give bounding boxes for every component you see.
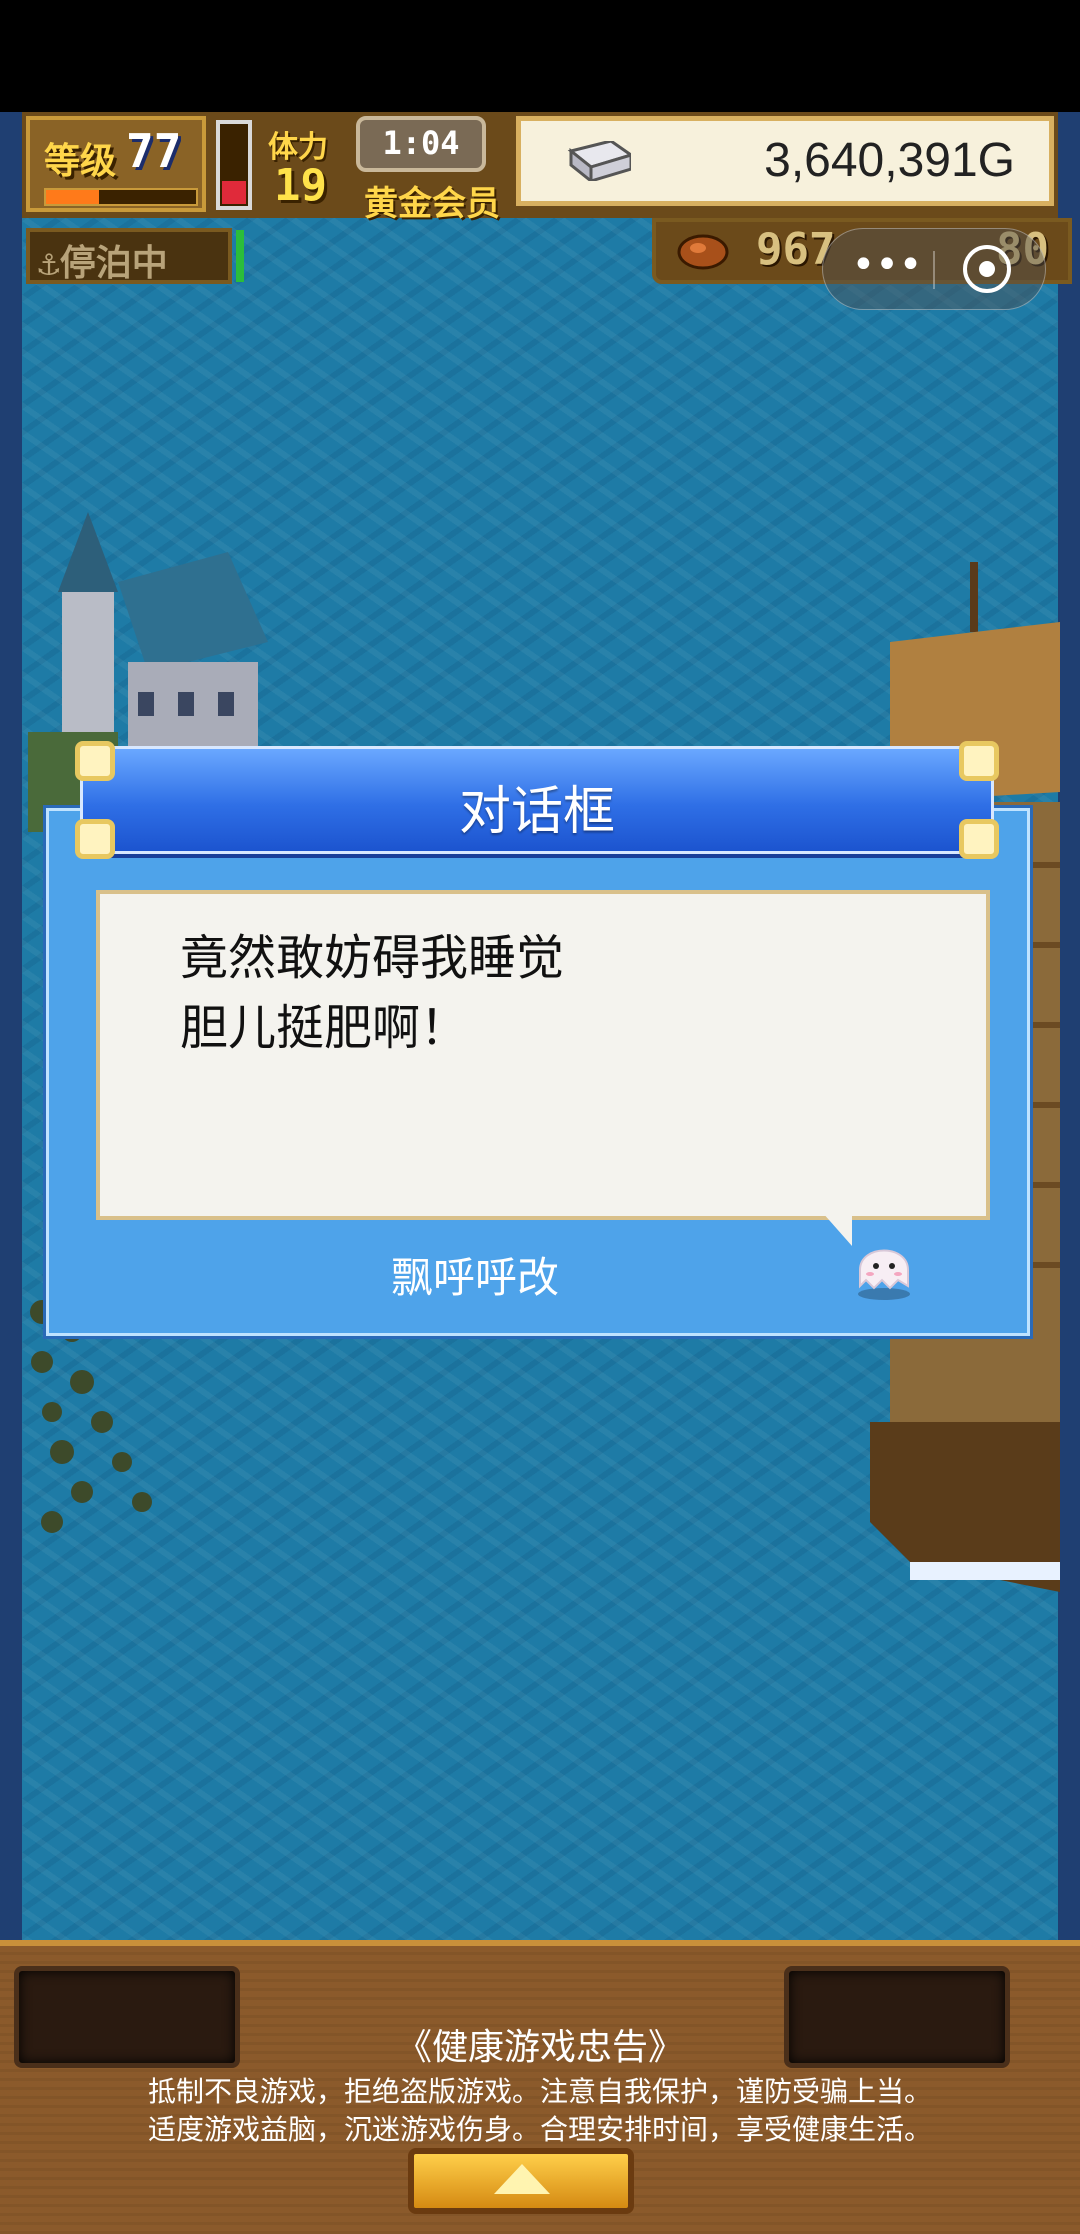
ghost-icon [858, 1249, 910, 1300]
more-icon: ••• [851, 242, 923, 288]
anchor-status-panel[interactable]: ⚓停泊中 [26, 228, 232, 284]
speaker-name: 飘呼呼改 [390, 1254, 559, 1301]
stamina-gauge-fill [222, 181, 246, 204]
food-icon [677, 234, 729, 270]
capsule-divider [933, 251, 935, 289]
mini-program-capsule: ••• [822, 228, 1046, 310]
expand-menu-button[interactable] [408, 2148, 634, 2214]
close-target-icon [979, 261, 995, 277]
anchor-status-text: ⚓停泊中 [38, 234, 168, 286]
level-label: 等级 [44, 141, 117, 182]
membership-label: 黄金会员 [364, 184, 500, 224]
dialog-title: 对话框 [458, 783, 615, 841]
gold-panel[interactable]: 3,640,391G [516, 116, 1054, 206]
experience-bar [44, 188, 198, 206]
stamina-value: 19 [274, 160, 327, 211]
experience-bar-fill [46, 190, 99, 204]
anchor-icon: ⚓ [38, 243, 60, 284]
dialog-title-bar: 对话框 [75, 741, 999, 859]
health-advisory-line: 抵制不良游戏，拒绝盗版游戏。注意自我保护，谨防受骗上当。 [147, 2076, 932, 2107]
level-panel: 等级 77 [26, 116, 206, 212]
timer-panel: 1:04 [356, 116, 486, 172]
health-advisory-line: 适度游戏益脑，沉迷游戏伤身。合理安排时间，享受健康生活。 [147, 2114, 932, 2145]
health-advisory-title: 《健康游戏忠告》 [395, 2026, 684, 2067]
stamina-gauge [216, 120, 252, 210]
gold-amount: 3,640,391G [764, 134, 1015, 187]
silver-ingot-icon [567, 141, 631, 181]
level-value: 77 [126, 124, 182, 178]
anchor-status-label: 停泊中 [59, 243, 168, 284]
message-text: 竟然敢妨碍我睡觉 胆儿挺肥啊！ [180, 932, 565, 1055]
top-hud: 等级 77 体力 19 1:04 黄金会员 3,640,391G ⚓停泊中 96… [22, 112, 1072, 284]
status-bar-area [0, 0, 1080, 112]
status-indicator [236, 230, 244, 282]
timer-text: 1:04 [382, 124, 460, 162]
more-button[interactable]: ••• [851, 245, 923, 293]
up-arrow-icon [494, 2164, 550, 2194]
close-button[interactable] [963, 245, 1011, 293]
message-box[interactable]: 竟然敢妨碍我睡觉 胆儿挺肥啊！ [96, 890, 990, 1220]
